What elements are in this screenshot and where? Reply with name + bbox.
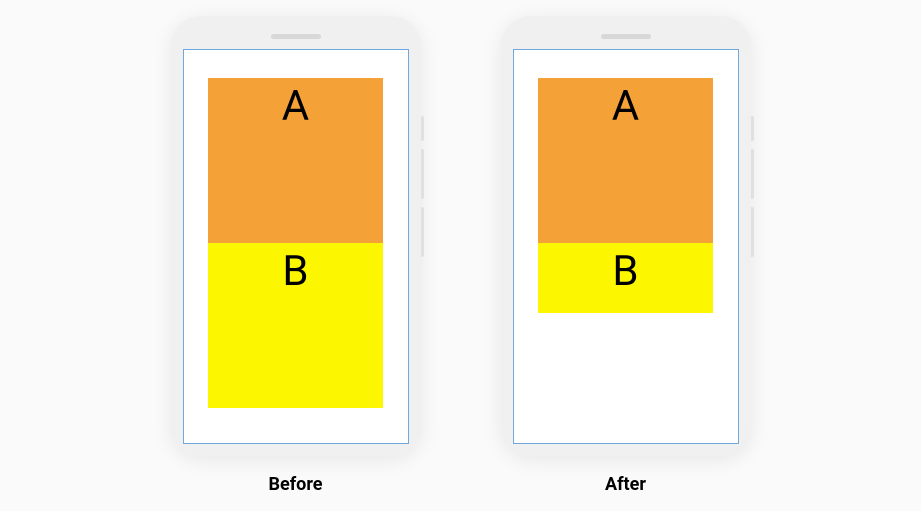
side-button [751, 207, 754, 257]
phone-speaker [601, 34, 651, 39]
block-b-label: B [282, 251, 308, 408]
side-button [421, 207, 424, 257]
phone-side-buttons [421, 116, 424, 257]
phone-screen: A B [513, 49, 739, 444]
caption-after: After [605, 474, 646, 495]
phone-screen: A B [183, 49, 409, 444]
phone-side-buttons [751, 116, 754, 257]
block-b: B [208, 243, 383, 408]
block-a-label: A [612, 86, 639, 243]
side-button [421, 116, 424, 141]
phone-speaker [271, 34, 321, 39]
diagram-container: A B Before A B [171, 16, 751, 495]
block-a: A [538, 78, 713, 243]
side-button [421, 149, 424, 199]
block-a-label: A [282, 86, 309, 243]
caption-before: Before [269, 474, 323, 495]
block-b: B [538, 243, 713, 313]
phone-wrapper-after: A B After [501, 16, 751, 495]
block-a: A [208, 78, 383, 243]
side-button [751, 116, 754, 141]
phone-wrapper-before: A B Before [171, 16, 421, 495]
block-b-label: B [612, 251, 638, 313]
phone-after: A B [501, 16, 751, 456]
side-button [751, 149, 754, 199]
phone-before: A B [171, 16, 421, 456]
